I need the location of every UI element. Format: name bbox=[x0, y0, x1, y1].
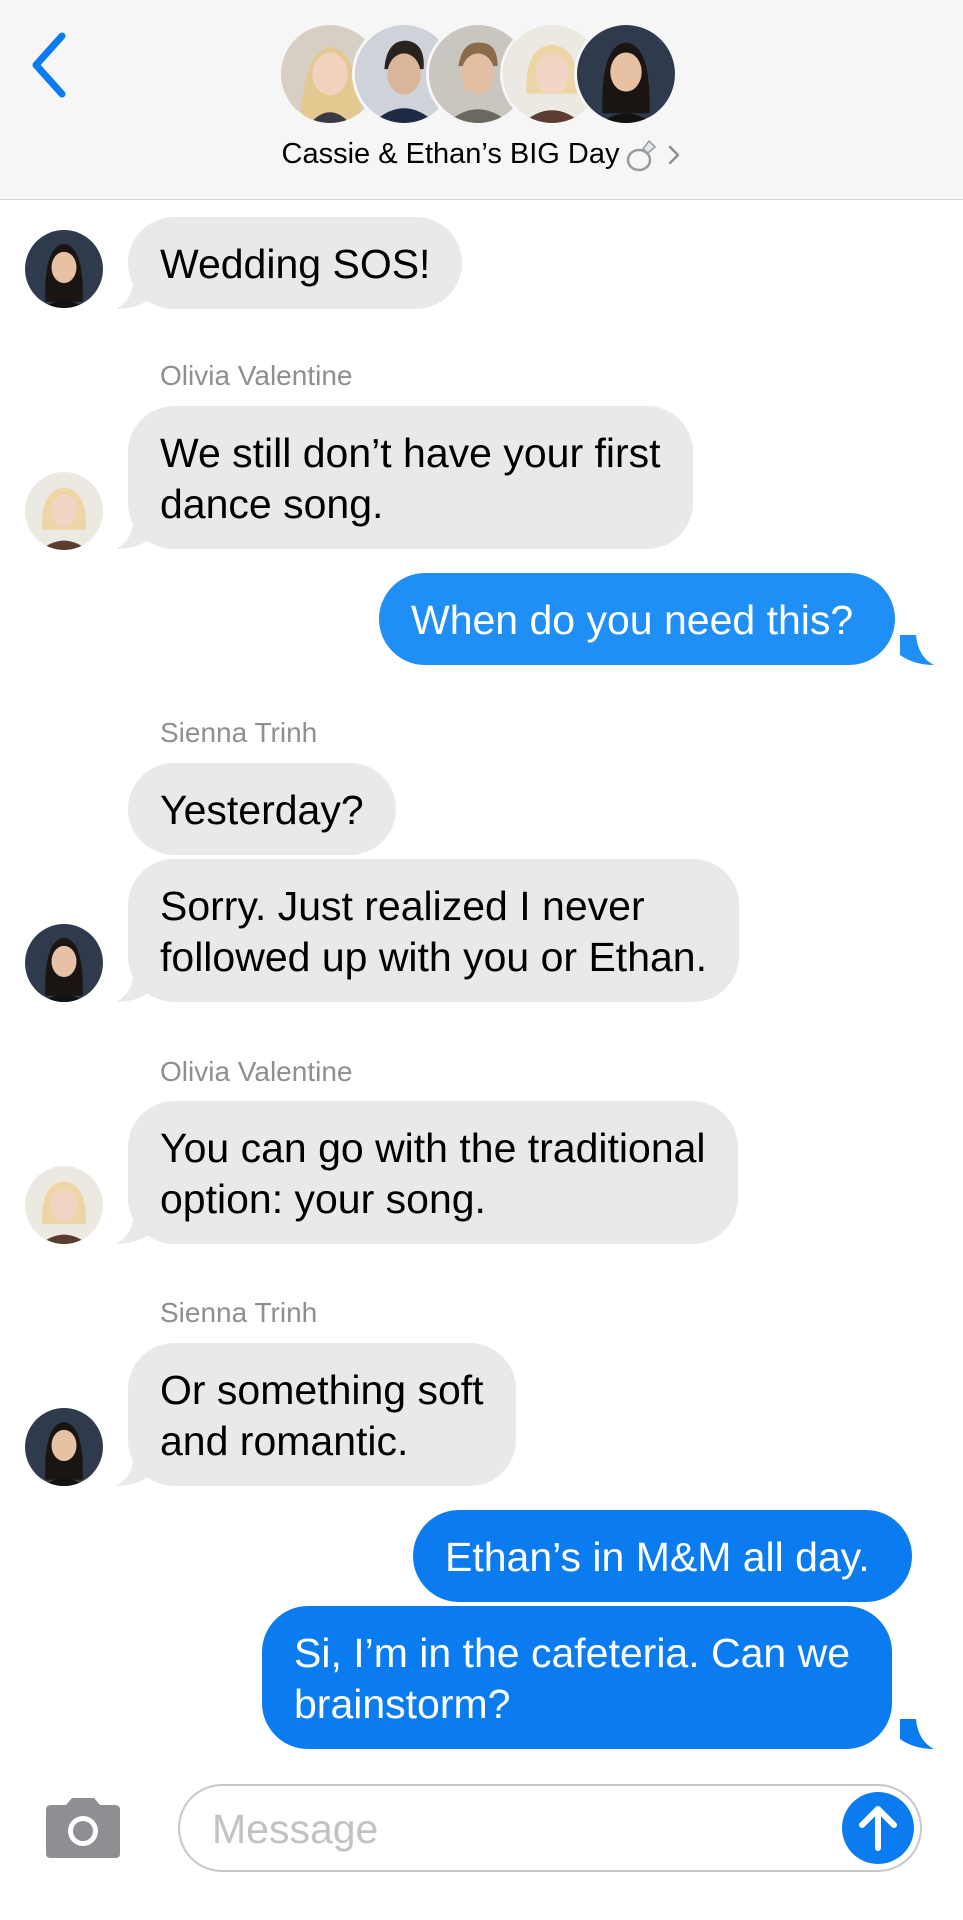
sender-name: Olivia Valentine bbox=[160, 1056, 353, 1087]
message-bubble-incoming[interactable]: You can go with the traditional option: … bbox=[128, 1101, 738, 1244]
bubble-tail bbox=[116, 972, 150, 1002]
conversation-header: Cassie & Ethan’s BIG Day bbox=[0, 0, 963, 200]
message-text-line: followed up with you or Ethan. bbox=[160, 934, 707, 980]
message-text-line: Or something soft bbox=[160, 1367, 484, 1413]
message-text-line: brainstorm? bbox=[294, 1681, 511, 1727]
bubble-tail bbox=[116, 519, 150, 549]
participant-avatar-sienna bbox=[574, 22, 678, 126]
bubble-tail bbox=[116, 279, 150, 309]
bubble-tail bbox=[900, 1719, 934, 1749]
message-text-line: option: your song. bbox=[160, 1176, 486, 1222]
message-text-line: Si, I’m in the cafeteria. Can we bbox=[294, 1630, 851, 1676]
message-text-line: Sorry. Just realized I never bbox=[160, 883, 645, 929]
ring-icon bbox=[627, 140, 657, 172]
message-text-line: We still don’t have your first bbox=[160, 430, 661, 476]
group-title[interactable]: Cassie & Ethan’s BIG Day bbox=[0, 134, 963, 174]
message-input-container[interactable] bbox=[178, 1784, 922, 1872]
sender-name: Olivia Valentine bbox=[160, 360, 353, 391]
camera-button[interactable] bbox=[42, 1796, 124, 1860]
message-bubble-outgoing[interactable]: Si, I’m in the cafeteria. Can we brainst… bbox=[262, 1606, 893, 1749]
message-text: Yesterday? bbox=[160, 787, 364, 833]
message-text: When do you need this? bbox=[411, 597, 854, 643]
avatar-sienna[interactable] bbox=[25, 1408, 103, 1486]
bubble-tail bbox=[116, 1214, 150, 1244]
message-text: Ethan’s in M&M all day. bbox=[445, 1534, 870, 1580]
chevron-left-icon bbox=[32, 32, 66, 98]
message-text-line: dance song. bbox=[160, 481, 384, 527]
group-avatars[interactable] bbox=[278, 22, 688, 126]
send-button[interactable] bbox=[842, 1792, 914, 1864]
avatar-sienna[interactable] bbox=[25, 230, 103, 308]
message-text-line: and romantic. bbox=[160, 1418, 409, 1464]
group-name: Cassie & Ethan’s BIG Day bbox=[281, 138, 620, 170]
avatar-sienna[interactable] bbox=[25, 924, 103, 1002]
message-input[interactable] bbox=[210, 1800, 794, 1858]
back-button[interactable] bbox=[28, 30, 78, 100]
bubble-tail bbox=[900, 635, 934, 665]
message-bubble-outgoing[interactable]: Ethan’s in M&M all day. bbox=[413, 1510, 912, 1602]
message-bubble-incoming[interactable]: We still don’t have your first dance son… bbox=[128, 406, 693, 549]
bubble-tail bbox=[116, 1456, 150, 1486]
message-bubble-outgoing[interactable]: When do you need this? bbox=[379, 573, 896, 665]
message-bubble-incoming[interactable]: Or something soft and romantic. bbox=[128, 1343, 516, 1486]
sender-name: Sienna Trinh bbox=[160, 717, 318, 748]
message-bubble-incoming[interactable]: Yesterday? bbox=[128, 763, 396, 855]
message-bubble-incoming[interactable]: Sorry. Just realized I never followed up… bbox=[128, 859, 739, 1002]
avatar-olivia[interactable] bbox=[25, 1166, 103, 1244]
send-arrow-icon bbox=[859, 1806, 897, 1851]
message-bubble-incoming[interactable]: Wedding SOS! bbox=[128, 217, 463, 309]
message-text-line: You can go with the traditional bbox=[160, 1125, 706, 1171]
avatar-olivia[interactable] bbox=[25, 472, 103, 550]
chevron-right-icon bbox=[669, 146, 680, 165]
sender-name: Sienna Trinh bbox=[160, 1297, 318, 1328]
message-text: Wedding SOS! bbox=[160, 241, 431, 287]
camera-icon bbox=[46, 1798, 120, 1858]
